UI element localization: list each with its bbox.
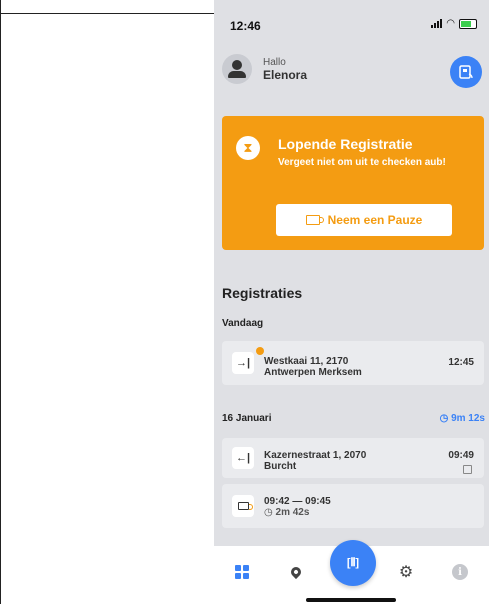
left-panel-header: [1, 0, 215, 14]
registration-row[interactable]: ←| Kazernestraat 1, 2070 Burcht 09:49: [222, 438, 484, 478]
scan-button[interactable]: [⦀]: [330, 540, 376, 586]
active-dot: [256, 347, 264, 355]
check-out-icon: ←|: [232, 447, 254, 469]
wifi-icon: ◠: [446, 18, 455, 29]
cup-icon: [305, 215, 324, 225]
banner-title: Lopende Registratie: [278, 136, 413, 152]
today-label: Vandaag: [222, 318, 264, 329]
card-mini-icon: [463, 465, 472, 474]
day-duration: ◷ 9m 12s: [439, 413, 485, 424]
registration-address: Kazernestraat 1, 2070 Burcht: [264, 450, 367, 472]
scan-icon: [⦀]: [346, 556, 360, 569]
info-icon[interactable]: i: [450, 562, 470, 582]
phone-screen: 12:46 ◠ Hallo Elenora ⧗ Lopende Registra…: [214, 0, 489, 604]
registration-address: Westkaai 11, 2170 Antwerpen Merksem: [264, 356, 362, 378]
pause-range: 09:42 — 09:45 ◷ 2m 42s: [264, 496, 331, 518]
battery-icon: [459, 18, 477, 29]
location-icon[interactable]: [286, 562, 306, 582]
status-bar: 12:46 ◠: [214, 0, 489, 48]
card-scan-button[interactable]: [450, 56, 482, 88]
left-blank-panel: [0, 0, 215, 604]
date-label: 16 Januari: [222, 413, 272, 424]
registration-time: 12:45: [448, 357, 474, 368]
take-break-button[interactable]: Neem een Pauze: [276, 204, 452, 236]
check-in-icon: →|: [232, 352, 254, 374]
status-icons: ◠: [431, 18, 477, 29]
registrations-title: Registraties: [222, 285, 303, 301]
card-scan-icon: [459, 65, 473, 79]
registration-time: 09:49: [448, 450, 474, 461]
status-time: 12:46: [230, 19, 261, 33]
take-break-label: Neem een Pauze: [327, 213, 423, 227]
greeting-label: Hallo: [263, 57, 286, 68]
pause-row[interactable]: 09:42 — 09:45 ◷ 2m 42s: [222, 484, 484, 528]
dashboard-icon[interactable]: [232, 562, 252, 582]
user-name: Elenora: [263, 68, 308, 82]
hourglass-icon: ⧗: [236, 136, 260, 160]
signal-icon: [431, 19, 443, 28]
banner-subtitle: Vergeet niet om uit te checken aub!: [278, 157, 446, 168]
ongoing-registration-banner: ⧗ Lopende Registratie Vergeet niet om ui…: [222, 116, 484, 250]
home-indicator: [306, 598, 396, 602]
pause-cup-icon: [232, 495, 254, 517]
avatar[interactable]: [222, 54, 252, 84]
settings-icon[interactable]: ⚙: [396, 562, 416, 582]
registration-row[interactable]: →| Westkaai 11, 2170 Antwerpen Merksem 1…: [222, 341, 484, 385]
